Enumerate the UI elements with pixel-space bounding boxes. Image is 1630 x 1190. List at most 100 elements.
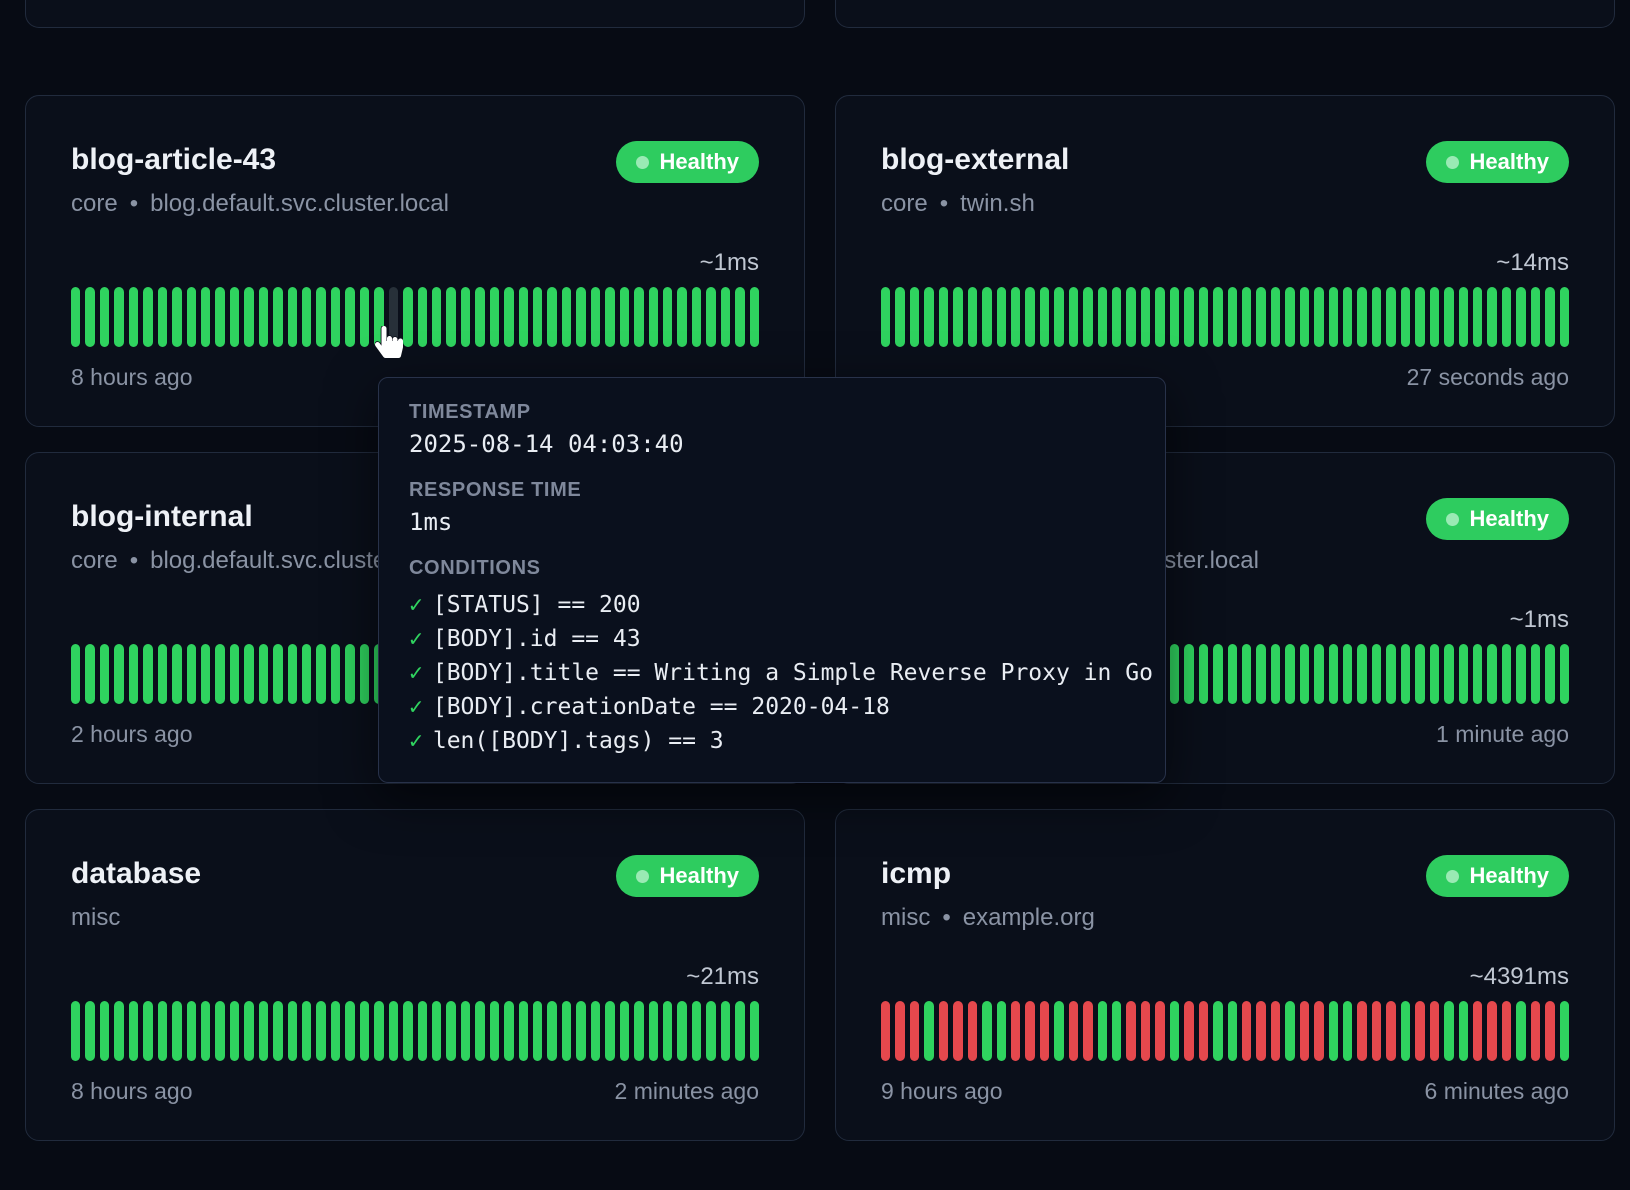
status-bar-up[interactable] — [1083, 287, 1092, 347]
status-bar-down[interactable] — [1415, 1001, 1424, 1061]
status-bar-up[interactable] — [1545, 287, 1554, 347]
status-bar-up[interactable] — [1054, 287, 1063, 347]
status-bar-up[interactable] — [1329, 1001, 1338, 1061]
status-bar-up[interactable] — [215, 1001, 224, 1061]
status-bar-up[interactable] — [1213, 287, 1222, 347]
status-bar-up[interactable] — [663, 287, 672, 347]
status-bar-up[interactable] — [1170, 644, 1179, 704]
status-bar-up[interactable] — [1098, 1001, 1107, 1061]
uptime-history-bars[interactable] — [71, 287, 759, 347]
status-bar-up[interactable] — [1430, 287, 1439, 347]
status-bar-up[interactable] — [1040, 287, 1049, 347]
status-bar-down[interactable] — [1314, 1001, 1323, 1061]
status-bar-up[interactable] — [1473, 287, 1482, 347]
status-bar-up[interactable] — [1516, 287, 1525, 347]
status-bar-up[interactable] — [1184, 644, 1193, 704]
status-bar-up[interactable] — [519, 287, 528, 347]
status-bar-up[interactable] — [259, 1001, 268, 1061]
status-bar-down[interactable] — [1155, 1001, 1164, 1061]
status-bar-up[interactable] — [1487, 644, 1496, 704]
status-bar-up[interactable] — [547, 1001, 556, 1061]
status-bar-up[interactable] — [1329, 287, 1338, 347]
status-bar-up[interactable] — [85, 644, 94, 704]
status-bar-up[interactable] — [114, 287, 123, 347]
status-bar-up[interactable] — [1314, 644, 1323, 704]
status-bar-up[interactable] — [533, 1001, 542, 1061]
status-bar-up[interactable] — [331, 644, 340, 704]
status-bar-up[interactable] — [924, 1001, 933, 1061]
status-bar-up[interactable] — [1285, 287, 1294, 347]
status-bar-up[interactable] — [1401, 287, 1410, 347]
status-bar-up[interactable] — [490, 1001, 499, 1061]
status-bar-up[interactable] — [1242, 287, 1251, 347]
status-bar-up[interactable] — [345, 644, 354, 704]
status-bar-up[interactable] — [273, 287, 282, 347]
status-bar-down[interactable] — [1357, 1001, 1366, 1061]
status-bar-up[interactable] — [71, 644, 80, 704]
status-bar-up[interactable] — [1170, 287, 1179, 347]
status-bar-up[interactable] — [997, 287, 1006, 347]
status-bar-up[interactable] — [85, 287, 94, 347]
status-bar-down[interactable] — [1502, 1001, 1511, 1061]
status-bar-up[interactable] — [750, 287, 759, 347]
status-bar-up[interactable] — [475, 287, 484, 347]
status-bar-up[interactable] — [446, 1001, 455, 1061]
status-bar-up[interactable] — [1213, 644, 1222, 704]
status-bar-up[interactable] — [750, 1001, 759, 1061]
status-bar-up[interactable] — [244, 1001, 253, 1061]
status-bar-up[interactable] — [1473, 644, 1482, 704]
status-bar-up[interactable] — [403, 1001, 412, 1061]
status-bar-up[interactable] — [620, 1001, 629, 1061]
status-bar-up[interactable] — [172, 644, 181, 704]
status-bar-up[interactable] — [316, 644, 325, 704]
status-bar-up[interactable] — [1343, 287, 1352, 347]
status-bar-up[interactable] — [475, 1001, 484, 1061]
status-bar-up[interactable] — [1285, 1001, 1294, 1061]
status-bar-up[interactable] — [1560, 644, 1569, 704]
status-bar-up[interactable] — [634, 287, 643, 347]
status-bar-up[interactable] — [1228, 1001, 1237, 1061]
status-bar-up[interactable] — [1386, 644, 1395, 704]
status-bar-up[interactable] — [230, 287, 239, 347]
status-bar-down[interactable] — [881, 1001, 890, 1061]
status-bar-up[interactable] — [1300, 644, 1309, 704]
status-bar-down[interactable] — [1386, 1001, 1395, 1061]
status-bar-up[interactable] — [1256, 644, 1265, 704]
status-bar-down[interactable] — [1487, 1001, 1496, 1061]
status-bar-up[interactable] — [490, 287, 499, 347]
status-bar-down[interactable] — [1069, 1001, 1078, 1061]
status-bar-up[interactable] — [172, 1001, 181, 1061]
status-bar-up[interactable] — [1415, 287, 1424, 347]
status-bar-up[interactable] — [1444, 287, 1453, 347]
status-bar-up[interactable] — [71, 287, 80, 347]
status-bar-up[interactable] — [1343, 1001, 1352, 1061]
status-bar-up[interactable] — [230, 644, 239, 704]
status-bar-up[interactable] — [1343, 644, 1352, 704]
status-bar-up[interactable] — [1444, 1001, 1453, 1061]
status-bar-up[interactable] — [331, 1001, 340, 1061]
status-bar-up[interactable] — [649, 1001, 658, 1061]
status-bar-up[interactable] — [1199, 644, 1208, 704]
status-bar-up[interactable] — [302, 1001, 311, 1061]
status-bar-up[interactable] — [1401, 1001, 1410, 1061]
status-bar-up[interactable] — [461, 287, 470, 347]
status-bar-up[interactable] — [403, 287, 412, 347]
status-bar-up[interactable] — [1459, 644, 1468, 704]
status-bar-up[interactable] — [1256, 287, 1265, 347]
status-bar-down[interactable] — [1430, 1001, 1439, 1061]
status-bar-up[interactable] — [259, 644, 268, 704]
status-bar-up[interactable] — [244, 287, 253, 347]
status-bar-up[interactable] — [1459, 1001, 1468, 1061]
uptime-history-bars[interactable] — [881, 287, 1569, 347]
status-bar-up[interactable] — [273, 1001, 282, 1061]
status-bar-up[interactable] — [1560, 287, 1569, 347]
status-bar-up[interactable] — [1357, 287, 1366, 347]
status-bar-up[interactable] — [1098, 287, 1107, 347]
status-bar-up[interactable] — [519, 1001, 528, 1061]
status-bar-up[interactable] — [345, 287, 354, 347]
status-bar-down[interactable] — [1242, 1001, 1251, 1061]
status-bar-up[interactable] — [288, 644, 297, 704]
status-bar-up[interactable] — [331, 287, 340, 347]
status-bar-down[interactable] — [1083, 1001, 1092, 1061]
status-bar-up[interactable] — [620, 287, 629, 347]
